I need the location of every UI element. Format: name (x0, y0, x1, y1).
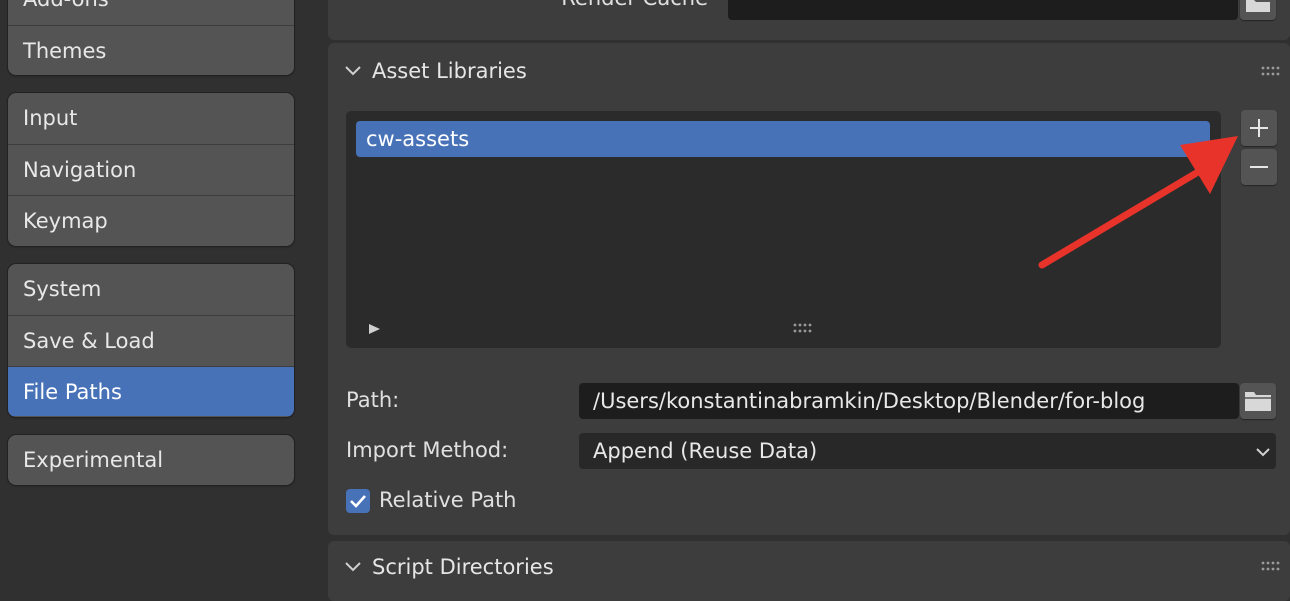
script-directories-panel: Script Directories (328, 541, 1290, 601)
sidebar-item-input[interactable]: Input (8, 93, 294, 143)
relative-path-label: Relative Path (379, 488, 517, 512)
asset-library-list[interactable]: cw-assets (346, 111, 1221, 348)
chevron-down-icon (345, 66, 361, 76)
preferences-sidebar: Add-ons Themes Input Navigation Keymap S… (0, 0, 310, 588)
render-cache-field[interactable] (728, 0, 1238, 20)
sidebar-item-keymap[interactable]: Keymap (8, 195, 294, 245)
sidebar-item-file-paths[interactable]: File Paths (8, 366, 294, 416)
checkmark-icon (350, 495, 366, 508)
sidebar-item-label: System (23, 277, 102, 301)
remove-library-button[interactable] (1241, 149, 1277, 185)
panel-title: Asset Libraries (372, 59, 527, 83)
sidebar-group-system: System Save & Load File Paths (8, 264, 294, 417)
script-directories-header[interactable]: Script Directories (328, 541, 1290, 593)
drag-handle-icon[interactable] (1260, 65, 1282, 77)
sidebar-item-save-load[interactable]: Save & Load (8, 315, 294, 365)
sidebar-item-label: Keymap (23, 209, 108, 233)
path-field[interactable]: /Users/konstantinabramkin/Desktop/Blende… (579, 383, 1239, 419)
browse-folder-button[interactable] (1240, 383, 1276, 419)
sidebar-item-label: Add-ons (23, 0, 109, 11)
play-icon[interactable] (368, 322, 382, 336)
sidebar-item-label: Input (23, 106, 78, 130)
data-panel: Render Cache (328, 0, 1290, 40)
sidebar-item-label: Save & Load (23, 329, 155, 353)
sidebar-item-system[interactable]: System (8, 264, 294, 314)
plus-icon (1250, 119, 1268, 137)
chevron-down-icon (1256, 448, 1270, 457)
render-cache-label: Render Cache (561, 0, 708, 10)
panel-title: Script Directories (372, 555, 554, 579)
asset-libraries-header[interactable]: Asset Libraries (328, 43, 1290, 99)
sidebar-item-themes[interactable]: Themes (8, 25, 294, 75)
import-method-label: Import Method: (346, 438, 509, 462)
library-name: cw-assets (366, 127, 470, 151)
resize-grip-icon[interactable] (792, 322, 814, 334)
folder-icon (1245, 392, 1271, 411)
sidebar-item-label: Experimental (23, 448, 164, 472)
asset-libraries-panel: Asset Libraries cw-assets Path: /Users/k… (328, 43, 1290, 535)
drag-handle-icon[interactable] (1260, 560, 1282, 572)
add-library-button[interactable] (1241, 110, 1277, 146)
render-cache-folder-button[interactable] (1240, 0, 1276, 20)
import-method-select[interactable]: Append (Reuse Data) (579, 433, 1276, 469)
import-method-value: Append (Reuse Data) (593, 439, 818, 463)
sidebar-group-interface: Add-ons Themes (8, 0, 294, 75)
sidebar-group-experimental: Experimental (8, 435, 294, 485)
minus-icon (1250, 166, 1268, 168)
list-item[interactable]: cw-assets (356, 121, 1210, 157)
sidebar-item-add-ons[interactable]: Add-ons (8, 0, 294, 24)
sidebar-item-label: File Paths (23, 380, 122, 404)
sidebar-group-input: Input Navigation Keymap (8, 93, 294, 246)
chevron-down-icon (345, 562, 361, 572)
sidebar-item-label: Themes (23, 39, 107, 63)
sidebar-item-navigation[interactable]: Navigation (8, 144, 294, 194)
folder-icon (1246, 0, 1270, 12)
relative-path-checkbox[interactable] (346, 489, 370, 513)
file-paths-main: Render Cache Asset Libraries cw-a (328, 0, 1290, 601)
sidebar-item-label: Navigation (23, 158, 137, 182)
path-label: Path: (346, 388, 400, 412)
sidebar-item-experimental[interactable]: Experimental (8, 435, 294, 485)
